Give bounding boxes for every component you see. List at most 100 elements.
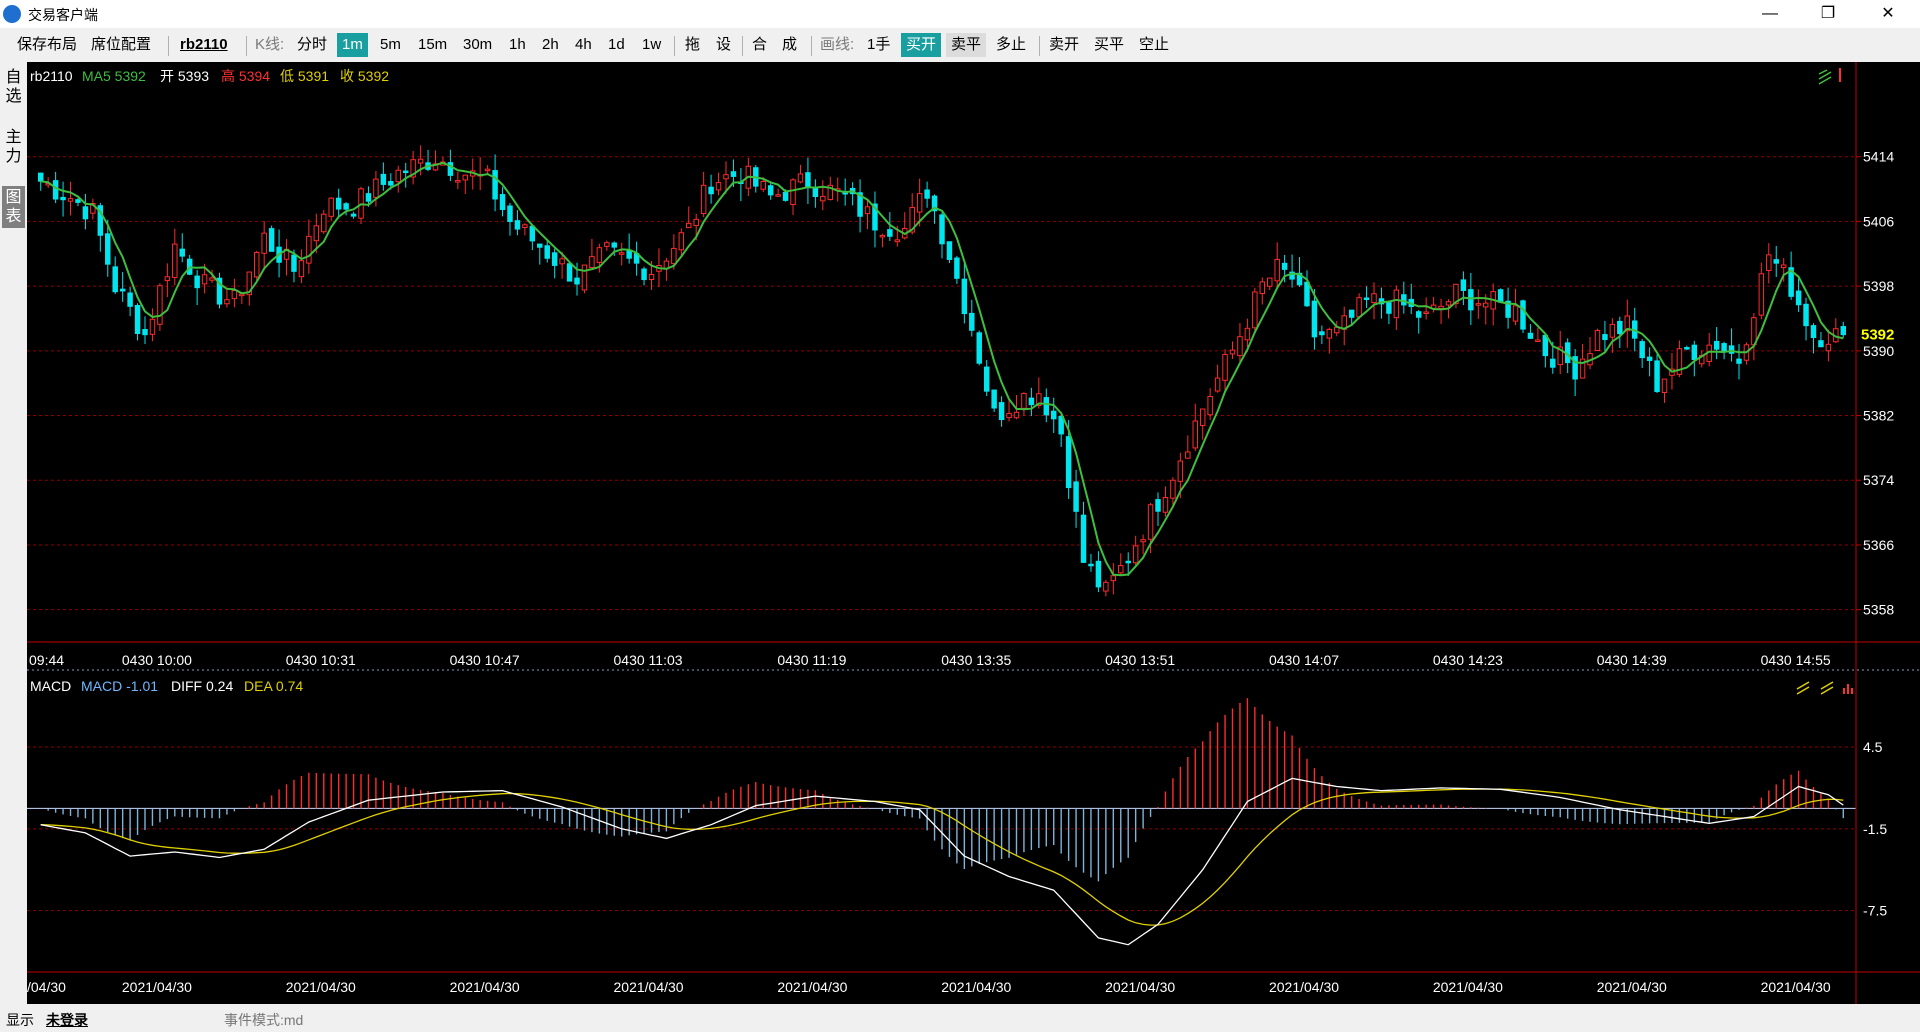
- date-tick-label: 2021/04/30: [1269, 979, 1339, 995]
- candle: [1356, 297, 1362, 318]
- candle: [164, 276, 171, 282]
- candle: [678, 232, 685, 251]
- candle: [321, 213, 327, 233]
- candle: [201, 274, 208, 285]
- candle: [492, 170, 498, 200]
- candle: [1244, 327, 1251, 341]
- candle: [514, 220, 521, 230]
- candle: [1520, 300, 1526, 330]
- save-layout-button[interactable]: 保存布局: [12, 33, 82, 57]
- tab-chart[interactable]: 图表: [2, 186, 25, 228]
- buy-close-button[interactable]: 买平: [1089, 33, 1129, 57]
- open-label: 开 5393: [160, 68, 209, 84]
- candle: [805, 172, 811, 188]
- drag-tool-button[interactable]: 拖: [680, 33, 705, 57]
- time-tick-label: 0430 13:35: [941, 652, 1011, 668]
- timeframe-30m[interactable]: 30m: [458, 33, 497, 57]
- candle: [380, 173, 387, 185]
- candle: [715, 182, 722, 191]
- candle: [1393, 289, 1400, 319]
- candle: [581, 264, 588, 291]
- date-tick-label: 2021/04/30: [450, 979, 520, 995]
- price-tick-label: 5366: [1863, 537, 1894, 553]
- candle: [1371, 293, 1377, 304]
- candle: [1073, 481, 1079, 512]
- tab-watchlist[interactable]: 自选: [2, 68, 25, 106]
- kline-label: K线:: [255, 36, 285, 53]
- time-tick-label: 0430 10:47: [450, 652, 520, 668]
- candle: [119, 288, 126, 292]
- candle: [767, 185, 774, 196]
- macd-tick-label: 4.5: [1863, 739, 1883, 755]
- candle: [1423, 311, 1429, 314]
- window-title: 交易客户端: [28, 7, 98, 23]
- seat-config-button[interactable]: 席位配置: [86, 33, 156, 57]
- chart-area[interactable]: rb2110 MA5 5392 开 5393 高 5394 低 5391 收 5…: [27, 62, 1920, 1004]
- candle: [1274, 258, 1280, 282]
- candle: [693, 218, 699, 227]
- candle: [1445, 301, 1452, 306]
- timeframe-1d[interactable]: 1d: [603, 33, 630, 57]
- candle: [1155, 499, 1161, 512]
- candle: [708, 186, 714, 195]
- symbol-selector[interactable]: rb2110: [175, 33, 233, 57]
- sell-close-button[interactable]: 卖平: [946, 33, 987, 57]
- chart-background: [27, 62, 1920, 1004]
- candle: [1237, 336, 1243, 357]
- candle: [1311, 300, 1318, 338]
- draw-label: 画线:: [820, 36, 855, 53]
- timeframe-1w[interactable]: 1w: [637, 33, 666, 57]
- macd-value-label: MACD -1.01: [81, 678, 158, 694]
- candle: [916, 193, 923, 213]
- date-tick-label: 2021/04/30: [286, 979, 356, 995]
- candle: [1050, 410, 1057, 420]
- timeframe-15m[interactable]: 15m: [413, 33, 452, 57]
- short-stop-button[interactable]: 空止: [1134, 33, 1174, 57]
- last-price-label: 5392: [1861, 327, 1894, 344]
- timeframe-4h[interactable]: 4h: [570, 33, 597, 57]
- settings-tool-button[interactable]: 设: [711, 33, 736, 57]
- candle: [574, 277, 580, 285]
- candle: [373, 178, 379, 198]
- restore-button[interactable]: ❐: [1800, 0, 1856, 28]
- price-tick-label: 5382: [1863, 408, 1894, 424]
- dea-value-label: DEA 0.74: [244, 678, 303, 694]
- candle: [1006, 412, 1012, 419]
- candle: [328, 197, 334, 217]
- date-tick-label: 2021/04/30: [1761, 979, 1831, 995]
- last-price-marker: 5392: [1861, 327, 1894, 344]
- date-tick-label: 2021/04/30: [614, 979, 684, 995]
- candle: [626, 249, 632, 259]
- candle: [760, 180, 766, 190]
- tab-main-contract[interactable]: 主力: [2, 128, 25, 166]
- close-button[interactable]: ✕: [1860, 0, 1916, 28]
- timeframe-5m[interactable]: 5m: [375, 33, 406, 57]
- time-tick-label: 0430 14:55: [1761, 652, 1831, 668]
- candle: [946, 241, 953, 260]
- candle: [1326, 328, 1333, 339]
- candle: [775, 194, 781, 197]
- timeframe-1h[interactable]: 1h: [504, 33, 531, 57]
- candle: [1535, 339, 1541, 342]
- lot-size-button[interactable]: 1手: [862, 33, 895, 57]
- time-tick-label: 0430 13:51: [1105, 652, 1175, 668]
- date-tick-label: 2021/04/30: [1597, 979, 1667, 995]
- multi-stop-button[interactable]: 多止: [991, 33, 1031, 57]
- date-tick-label: 2021/04/30: [122, 979, 192, 995]
- candle: [1348, 309, 1355, 318]
- time-tick-label: 0430 14:23: [1433, 652, 1503, 668]
- merge-tool-button[interactable]: 合: [747, 33, 772, 57]
- candle: [1475, 303, 1482, 306]
- minimize-button[interactable]: —: [1742, 0, 1798, 28]
- timeframe-intraday[interactable]: 分时: [292, 33, 332, 57]
- login-status[interactable]: 未登录: [46, 1010, 88, 1030]
- compose-tool-button[interactable]: 成: [777, 33, 802, 57]
- timeframe-2h[interactable]: 2h: [537, 33, 564, 57]
- buy-open-button[interactable]: 买开: [901, 33, 942, 57]
- display-toggle[interactable]: 显示: [6, 1010, 34, 1030]
- candle: [611, 242, 617, 248]
- tab-chart-label: 图表: [5, 189, 22, 225]
- timeframe-1m[interactable]: 1m: [337, 33, 368, 57]
- candle: [723, 174, 729, 180]
- sell-open-button[interactable]: 卖开: [1044, 33, 1084, 57]
